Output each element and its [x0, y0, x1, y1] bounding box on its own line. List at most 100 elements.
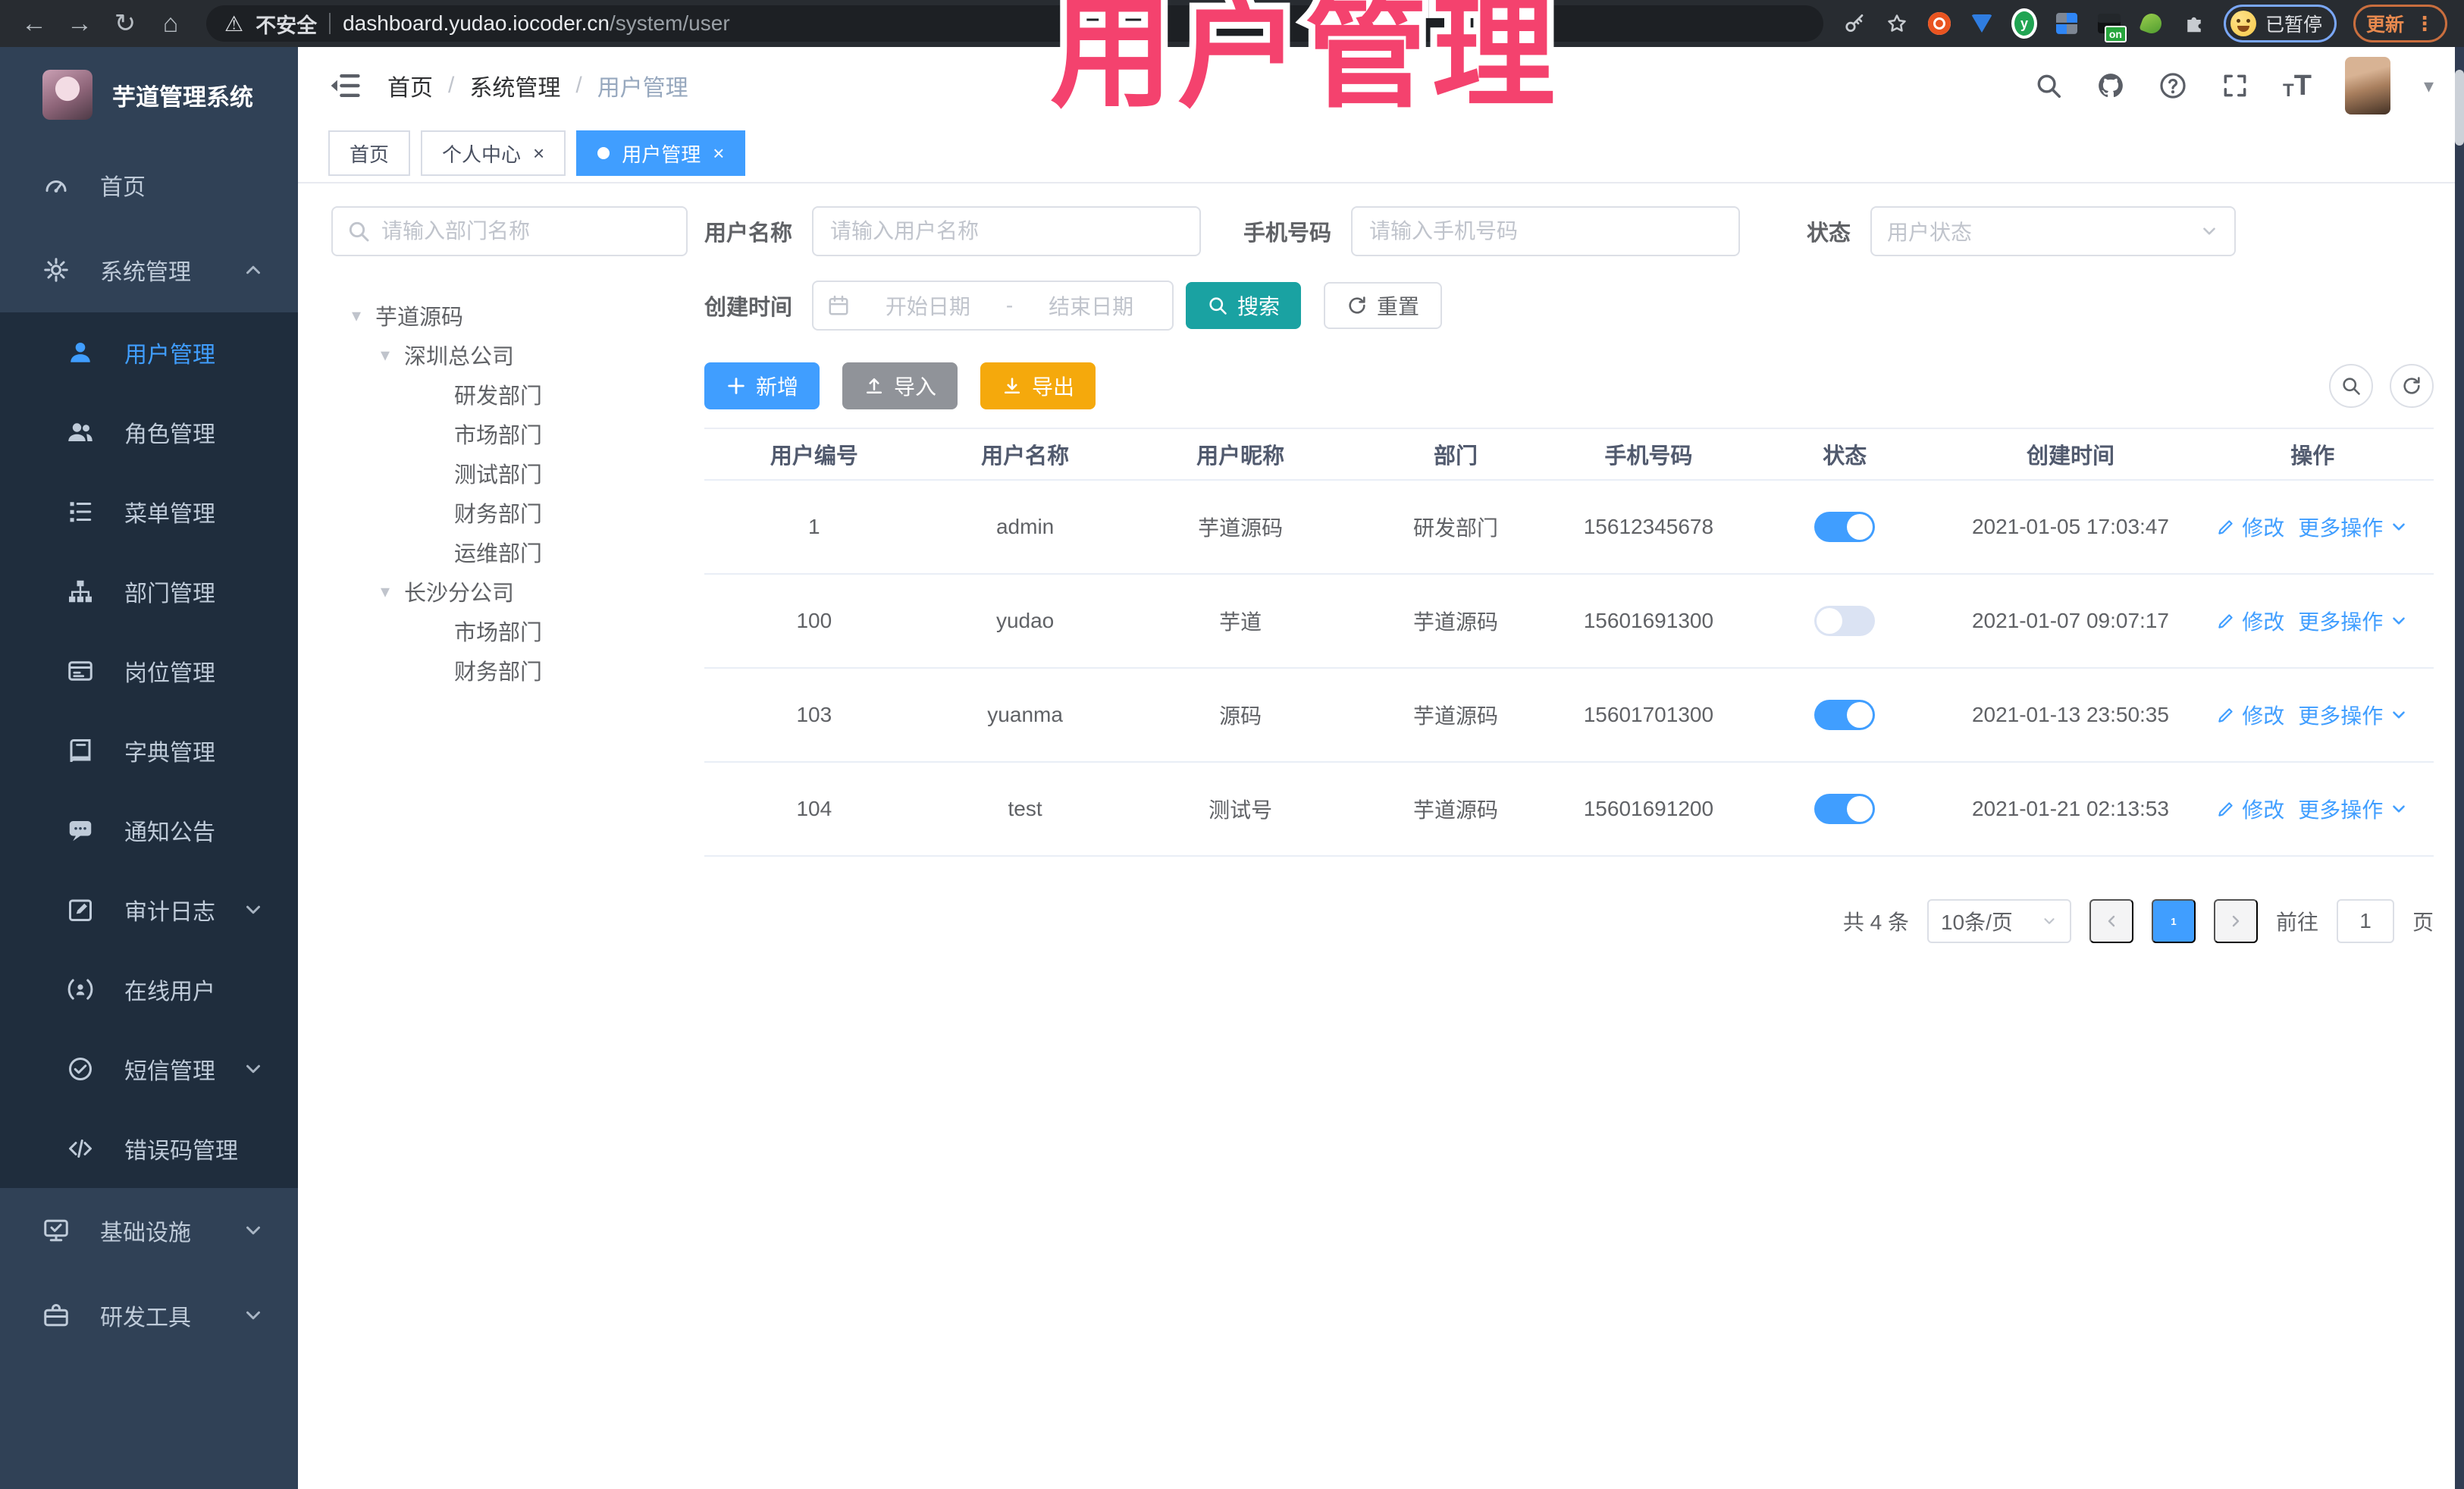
- tree-node[interactable]: ▾ 深圳总公司: [331, 335, 688, 375]
- header-search-icon[interactable]: [2034, 71, 2063, 100]
- more-actions-link[interactable]: 更多操作: [2298, 794, 2409, 824]
- tab-home[interactable]: 首页: [328, 130, 411, 176]
- tab-user-management[interactable]: 用户管理 ×: [576, 130, 746, 176]
- edit-link[interactable]: 修改: [2216, 700, 2284, 730]
- security-label[interactable]: 不安全: [255, 9, 317, 39]
- extension-orange-icon[interactable]: [1926, 11, 1952, 36]
- tree-node[interactable]: 运维部门: [331, 532, 688, 572]
- tree-node[interactable]: 财务部门: [331, 650, 688, 690]
- prev-page-button[interactable]: [2089, 899, 2133, 943]
- browser-back-button[interactable]: ←: [17, 6, 52, 41]
- goto-page-input[interactable]: [2336, 899, 2394, 943]
- tree-node[interactable]: 市场部门: [331, 611, 688, 650]
- more-actions-link[interactable]: 更多操作: [2298, 512, 2409, 542]
- tree-caret-icon[interactable]: ▾: [375, 581, 395, 603]
- user-avatar[interactable]: [2344, 57, 2390, 114]
- add-button[interactable]: 新增: [704, 362, 820, 409]
- tree-caret-icon[interactable]: ▾: [346, 305, 366, 327]
- sidebar-menu-item[interactable]: 系统管理: [0, 227, 298, 312]
- tab-close-icon[interactable]: ×: [533, 143, 544, 163]
- edit-link[interactable]: 修改: [2216, 512, 2284, 542]
- page-1-button[interactable]: 1: [2151, 899, 2196, 943]
- import-button[interactable]: 导入: [842, 362, 958, 409]
- sidebar-menu-item[interactable]: 通知公告: [0, 790, 298, 870]
- edit-link[interactable]: 修改: [2216, 606, 2284, 636]
- more-actions-link[interactable]: 更多操作: [2298, 700, 2409, 730]
- sidebar-fold-icon[interactable]: [328, 69, 362, 102]
- date-range-picker[interactable]: 开始日期 - 结束日期: [812, 281, 1174, 331]
- sidebar-logo[interactable]: 芋道管理系统: [0, 47, 298, 143]
- date-separator: -: [1005, 293, 1014, 317]
- status-toggle[interactable]: [1814, 700, 1876, 730]
- sidebar-menu-item[interactable]: 短信管理: [0, 1029, 298, 1108]
- browser-reload-button[interactable]: ↻: [108, 6, 143, 41]
- breadcrumb-system[interactable]: 系统管理: [469, 69, 560, 102]
- calendar-icon: [827, 294, 850, 317]
- next-page-button[interactable]: [2213, 899, 2258, 943]
- browser-update-button[interactable]: 更新 ⋮: [2353, 5, 2447, 42]
- tree-node[interactable]: ▾ 芋道源码: [331, 296, 688, 335]
- more-actions-link[interactable]: 更多操作: [2298, 606, 2409, 636]
- font-size-icon[interactable]: TT: [2283, 71, 2312, 100]
- edit-link[interactable]: 修改: [2216, 794, 2284, 824]
- mobile-input[interactable]: [1353, 219, 1739, 243]
- sidebar-menu-item[interactable]: 部门管理: [0, 551, 298, 631]
- toggle-search-button[interactable]: [2329, 364, 2373, 408]
- fullscreen-icon[interactable]: [2221, 71, 2249, 100]
- pencil-icon: [2216, 611, 2236, 631]
- refresh-table-button[interactable]: [2390, 364, 2434, 408]
- username-input[interactable]: [813, 219, 1200, 243]
- page-scrollbar[interactable]: [2455, 47, 2464, 1489]
- sidebar-menu-item[interactable]: 角色管理: [0, 392, 298, 472]
- column-header: 用户昵称: [1196, 444, 1285, 469]
- tree-caret-icon[interactable]: ▾: [375, 344, 395, 366]
- browser-menu-icon[interactable]: ⋮: [2415, 14, 2434, 33]
- status-select[interactable]: 用户状态: [1870, 206, 2237, 256]
- tree-node[interactable]: 市场部门: [331, 414, 688, 453]
- sidebar-menu-item[interactable]: 首页: [0, 143, 298, 227]
- sidebar-menu-item[interactable]: 在线用户: [0, 949, 298, 1029]
- extension-leaf-icon[interactable]: [2139, 11, 2165, 36]
- extension-gem-icon[interactable]: [1969, 11, 1995, 36]
- sidebar-menu-item[interactable]: 基础设施: [0, 1188, 298, 1273]
- extensions-puzzle-icon[interactable]: [2181, 11, 2207, 36]
- bookmark-star-icon[interactable]: [1884, 11, 1910, 36]
- sidebar-menu-item[interactable]: 菜单管理: [0, 472, 298, 551]
- sidebar-menu-item[interactable]: 错误码管理: [0, 1108, 298, 1188]
- sidebar-menu-item[interactable]: 字典管理: [0, 710, 298, 790]
- browser-home-button[interactable]: ⌂: [153, 6, 188, 41]
- tree-node[interactable]: ▾ 长沙分公司: [331, 572, 688, 611]
- status-toggle[interactable]: [1814, 512, 1876, 542]
- extension-switch-icon[interactable]: on: [2096, 11, 2127, 42]
- page-size-select[interactable]: 10条/页: [1926, 899, 2071, 943]
- dept-search-input[interactable]: [331, 206, 688, 256]
- scrollbar-thumb[interactable]: [2455, 70, 2464, 146]
- avatar-caret-icon[interactable]: ▾: [2424, 74, 2434, 98]
- menu-item-label: 菜单管理: [124, 501, 215, 527]
- tab-close-icon[interactable]: ×: [713, 143, 724, 163]
- tab-profile[interactable]: 个人中心 ×: [421, 130, 566, 176]
- reset-button[interactable]: 重置: [1324, 282, 1443, 329]
- extension-green-y-icon[interactable]: y: [2011, 8, 2037, 39]
- help-icon[interactable]: [2158, 71, 2187, 100]
- status-toggle[interactable]: [1814, 794, 1876, 824]
- search-button[interactable]: 搜索: [1186, 282, 1302, 329]
- browser-forward-button[interactable]: →: [62, 6, 97, 41]
- github-icon[interactable]: [2096, 71, 2125, 100]
- browser-profile-chip[interactable]: 已暂停: [2223, 5, 2337, 42]
- sidebar-menu-item[interactable]: 研发工具: [0, 1273, 298, 1358]
- password-key-icon[interactable]: [1842, 11, 1867, 36]
- export-button[interactable]: 导出: [980, 362, 1096, 409]
- sidebar-menu-item[interactable]: 审计日志: [0, 870, 298, 949]
- tree-node[interactable]: 测试部门: [331, 453, 688, 493]
- active-tab-dot: [597, 147, 610, 159]
- breadcrumb-home[interactable]: 首页: [387, 69, 433, 102]
- tree-node[interactable]: 财务部门: [331, 493, 688, 532]
- address-bar[interactable]: ⚠ 不安全 dashboard.yudao.iocoder.cn/system/…: [206, 5, 1823, 42]
- cell-nickname: 源码: [1219, 704, 1262, 728]
- tree-node[interactable]: 研发部门: [331, 375, 688, 414]
- extension-grid-icon[interactable]: [2054, 11, 2080, 36]
- sidebar-menu-item[interactable]: 岗位管理: [0, 631, 298, 710]
- status-toggle[interactable]: [1814, 606, 1876, 636]
- sidebar-menu-item[interactable]: 用户管理: [0, 312, 298, 392]
